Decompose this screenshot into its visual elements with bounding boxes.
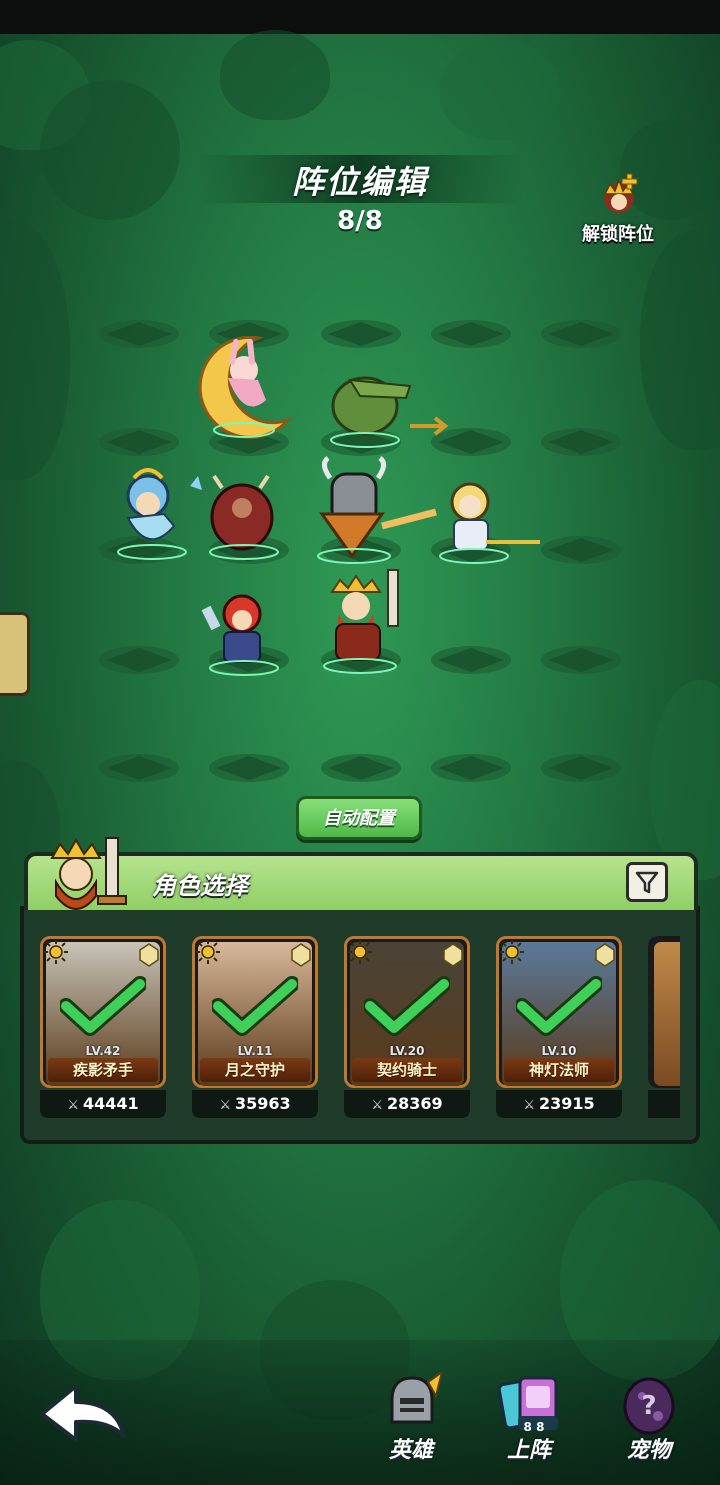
crossed-swords-icon: ⚔ bbox=[219, 1098, 231, 1113]
formation-slot[interactable] bbox=[318, 316, 404, 352]
back-button[interactable] bbox=[36, 1374, 132, 1450]
card-level: LV.11 bbox=[237, 1044, 273, 1058]
back-arrow-icon bbox=[40, 1384, 126, 1442]
formation-slot[interactable] bbox=[538, 424, 624, 460]
sun-element-icon bbox=[44, 940, 68, 964]
formation-slot[interactable] bbox=[318, 750, 404, 786]
background-tree bbox=[650, 680, 720, 880]
hero-moon-guardian[interactable] bbox=[188, 330, 300, 445]
formation-slot[interactable] bbox=[538, 750, 624, 786]
nav-pets-label: 宠物 bbox=[626, 1438, 671, 1463]
filter-button[interactable] bbox=[626, 862, 668, 902]
character-card[interactable]: LV.20 契约骑士 ⚔ 28369 bbox=[344, 936, 470, 1118]
selected-check-icon bbox=[212, 976, 298, 1036]
nav-formation[interactable]: 8 8 上阵 bbox=[484, 1372, 574, 1472]
helmet-icon bbox=[390, 1372, 444, 1424]
formation-slot[interactable] bbox=[96, 424, 182, 460]
hero-red-hair-axeman[interactable] bbox=[192, 588, 288, 678]
card-power-value: 44441 bbox=[82, 1094, 139, 1113]
side-panel-tab[interactable] bbox=[0, 612, 30, 696]
class-badge-icon bbox=[443, 943, 463, 967]
king-portrait-icon bbox=[50, 837, 127, 910]
card-power: ⚔ 23915 bbox=[496, 1090, 622, 1118]
character-card[interactable]: LV.42 疾影矛手 ⚔ 44441 bbox=[40, 936, 166, 1118]
filter-icon bbox=[635, 871, 659, 894]
sun-element-icon bbox=[196, 940, 220, 964]
hero-contract-knight[interactable] bbox=[292, 456, 438, 566]
card-name: 月之守护 bbox=[200, 1058, 310, 1082]
card-level: LV.42 bbox=[85, 1044, 121, 1058]
nav-pets[interactable]: ? 宠物 bbox=[604, 1372, 694, 1472]
card-power-value: 35963 bbox=[234, 1094, 291, 1113]
character-card[interactable]: LV.11 月之守护 ⚔ 35963 bbox=[192, 936, 318, 1118]
formation-slot[interactable] bbox=[538, 532, 624, 568]
nav-heroes[interactable]: 英雄 bbox=[366, 1372, 456, 1472]
card-power: ⚔ 35963 bbox=[192, 1090, 318, 1118]
hero-crocodile-warrior[interactable] bbox=[310, 366, 450, 450]
class-badge-icon bbox=[595, 943, 615, 967]
selected-check-icon bbox=[516, 976, 602, 1036]
hero-king[interactable] bbox=[310, 566, 416, 678]
formation-slot[interactable] bbox=[96, 642, 182, 678]
panel-title: 角色选择 bbox=[152, 872, 248, 900]
nav-formation-label: 上阵 bbox=[506, 1438, 551, 1463]
card-power: ⚔ 44441 bbox=[40, 1090, 166, 1118]
crossed-swords-icon: ⚔ bbox=[67, 1098, 79, 1113]
class-badge-icon bbox=[139, 943, 159, 967]
formation-slot[interactable] bbox=[428, 750, 514, 786]
card-name: 神灯法师 bbox=[504, 1058, 614, 1082]
formation-slot[interactable] bbox=[428, 642, 514, 678]
nav-heroes-label: 英雄 bbox=[388, 1438, 433, 1463]
formation-slot[interactable] bbox=[96, 750, 182, 786]
character-card-partial[interactable] bbox=[648, 936, 680, 1118]
card-power-value: 28369 bbox=[386, 1094, 443, 1113]
character-card[interactable]: LV.10 神灯法师 ⚔ 23915 bbox=[496, 936, 622, 1118]
hero-minotaur[interactable] bbox=[200, 472, 290, 564]
card-name: 疾影矛手 bbox=[48, 1058, 158, 1082]
formation-slot[interactable] bbox=[538, 316, 624, 352]
svg-text:?: ? bbox=[641, 1391, 656, 1421]
crown-plus-icon bbox=[603, 173, 638, 213]
status-bar bbox=[0, 0, 720, 34]
pet-egg-icon: ? bbox=[623, 1377, 675, 1435]
background-tree bbox=[220, 30, 330, 120]
selected-check-icon bbox=[60, 976, 146, 1036]
card-power: ⚔ 28369 bbox=[344, 1090, 470, 1118]
background-tree bbox=[440, 40, 560, 140]
formation-slot[interactable] bbox=[96, 316, 182, 352]
hero-lamp-mage[interactable] bbox=[104, 466, 208, 566]
background-tree bbox=[640, 230, 720, 450]
selected-check-icon bbox=[364, 976, 450, 1036]
unlock-slot-label: 解锁阵位 bbox=[582, 224, 654, 245]
card-level: LV.20 bbox=[389, 1044, 425, 1058]
card-level: LV.10 bbox=[541, 1044, 577, 1058]
card-power-value: 23915 bbox=[538, 1094, 595, 1113]
class-badge-icon bbox=[291, 943, 311, 967]
unlock-slot-button[interactable]: 解锁阵位 bbox=[572, 172, 664, 246]
crossed-swords-icon: ⚔ bbox=[371, 1098, 383, 1113]
sun-element-icon bbox=[500, 940, 524, 964]
background-tree bbox=[0, 220, 70, 480]
hero-shadow-spearman[interactable] bbox=[426, 476, 542, 566]
auto-configure-button[interactable]: 自动配置 bbox=[296, 796, 422, 840]
formation-slot[interactable] bbox=[428, 316, 514, 352]
card-name: 契约骑士 bbox=[352, 1058, 462, 1082]
formation-slot[interactable] bbox=[206, 750, 292, 786]
sun-element-icon bbox=[348, 940, 372, 964]
crossed-swords-icon: ⚔ bbox=[523, 1098, 535, 1113]
formation-slot[interactable] bbox=[538, 642, 624, 678]
